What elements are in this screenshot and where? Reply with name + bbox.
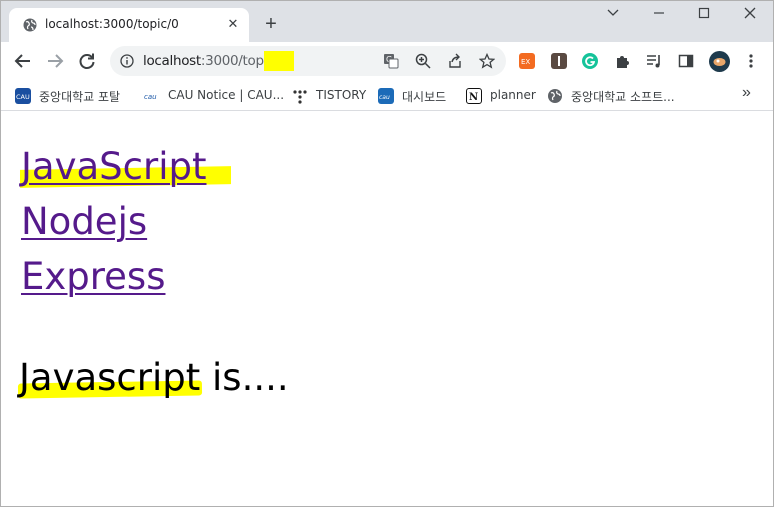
link-javascript[interactable]: JavaScript <box>21 139 206 194</box>
bookmark-label: 중앙대학교 포탈 <box>39 90 121 104</box>
tab-title: localhost:3000/topic/0 <box>45 17 179 31</box>
chevron-down-icon[interactable] <box>598 6 628 26</box>
extension-ex-icon[interactable]: EX <box>519 53 535 69</box>
reload-icon[interactable] <box>77 51 97 71</box>
profile-avatar[interactable] <box>709 51 730 72</box>
media-queue-icon[interactable] <box>646 53 662 69</box>
extension-i-icon[interactable] <box>551 53 567 69</box>
notion-icon: N <box>466 88 482 104</box>
bookmark-label: CAU Notice | CAU... <box>168 88 285 102</box>
svg-text:cau: cau <box>379 94 390 101</box>
bookmark-label: 대시보드 <box>402 90 447 104</box>
cau-portal-icon: CAU <box>15 88 31 104</box>
back-icon[interactable] <box>13 51 33 71</box>
cau-dashboard-icon: cau <box>378 88 394 104</box>
forward-icon[interactable] <box>45 51 65 71</box>
close-icon[interactable] <box>735 6 765 26</box>
bookmark-label: 중앙대학교 소프트... <box>571 90 675 104</box>
bookmark-label: TISTORY <box>316 88 367 102</box>
toolbar: localhost:3000/topic/0 G EX <box>0 42 774 80</box>
svg-text:cau: cau <box>144 93 157 101</box>
topic-links: JavaScript Nodejs Express <box>21 139 206 304</box>
tistory-icon <box>292 88 308 104</box>
page-content: JavaScript Nodejs Express Javascript is.… <box>0 112 774 507</box>
url-highlight <box>264 51 294 71</box>
browser-tab[interactable]: localhost:3000/topic/0 ✕ <box>9 8 249 42</box>
globe-icon <box>23 18 37 32</box>
new-tab-button[interactable]: + <box>260 14 282 36</box>
bookmark-star-icon[interactable] <box>479 53 495 69</box>
description-text: is.... <box>200 356 289 399</box>
address-bar[interactable]: localhost:3000/topic/0 G <box>110 46 506 76</box>
topic-description: Javascript is.... <box>19 356 289 399</box>
bookmarks-bar: CAU 중앙대학교 포탈 cau CAU Notice | CAU... TIS… <box>0 80 774 111</box>
title-bar: localhost:3000/topic/0 ✕ + <box>0 0 774 42</box>
info-icon[interactable] <box>120 54 134 68</box>
share-icon[interactable] <box>447 53 463 69</box>
zoom-icon[interactable] <box>415 53 431 69</box>
minimize-icon[interactable] <box>644 6 674 26</box>
translate-icon[interactable]: G <box>383 53 399 69</box>
link-nodejs[interactable]: Nodejs <box>21 194 206 249</box>
grammarly-icon[interactable] <box>582 53 598 69</box>
bookmarks-overflow-icon[interactable]: » <box>742 84 751 102</box>
cau-notice-icon: cau <box>144 88 160 104</box>
svg-text:EX: EX <box>521 58 530 66</box>
menu-kebab-icon[interactable] <box>743 53 759 69</box>
extensions-puzzle-icon[interactable] <box>614 53 630 69</box>
close-tab-icon[interactable]: ✕ <box>225 16 241 32</box>
side-panel-icon[interactable] <box>678 53 694 69</box>
svg-text:CAU: CAU <box>16 93 30 101</box>
svg-text:N: N <box>469 92 478 102</box>
description-highlighted-word: Javascript <box>19 356 201 399</box>
maximize-icon[interactable] <box>689 6 719 26</box>
bookmark-label: planner <box>490 88 536 102</box>
globe-icon <box>547 88 563 104</box>
link-express[interactable]: Express <box>21 249 206 304</box>
